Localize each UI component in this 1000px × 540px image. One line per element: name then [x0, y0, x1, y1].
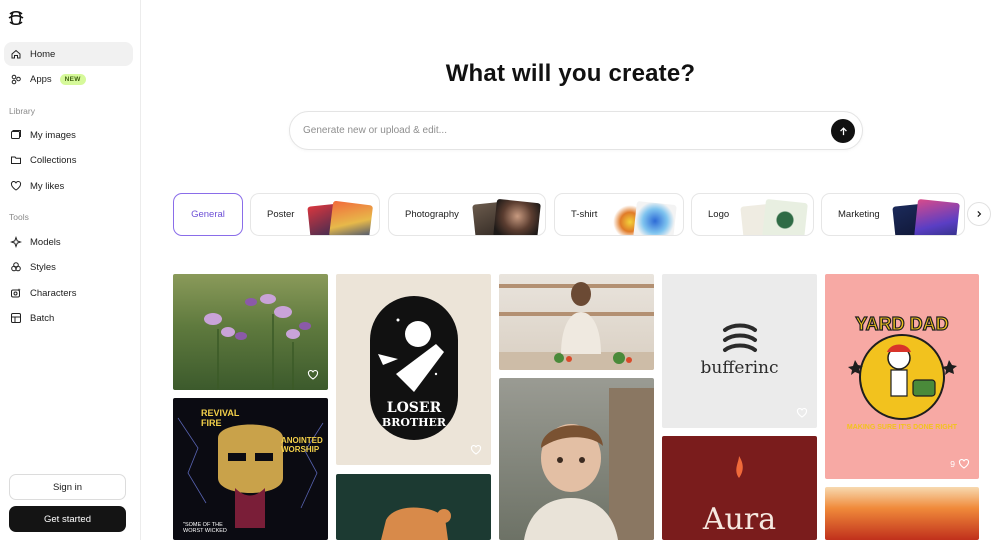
prompt-placeholder: Generate new or upload & edit... [303, 125, 447, 136]
chip-label: Logo [708, 209, 730, 220]
like-heart-icon[interactable] [307, 369, 319, 381]
gold-mask-artwork [177, 417, 324, 528]
styles-icon [10, 261, 22, 273]
sidebar-item-label: Batch [30, 312, 55, 324]
sidebar-item-label: Home [30, 48, 56, 60]
gallery-tile-aura[interactable]: Aura [662, 436, 817, 540]
poster-line1: LOSER [386, 400, 442, 416]
chip-label: Poster [267, 209, 295, 220]
logo-thumbnail [762, 198, 808, 235]
revival-right-text: ANOINTED WORSHIP [281, 436, 323, 454]
photo-thumbnail [493, 198, 541, 235]
child-photo [524, 388, 654, 540]
apps-icon [10, 73, 22, 85]
gallery-tile-revival-poster[interactable]: REVIVAL FIRE ANOINTED WORSHIP "SOME OF T… [173, 398, 328, 540]
like-count: 9 [950, 459, 955, 469]
chips-next-button[interactable] [967, 202, 991, 226]
sidebar-item-apps[interactable]: Apps NEW [4, 67, 133, 91]
sidebar-item-models[interactable]: Models [4, 230, 133, 254]
home-icon [10, 48, 22, 60]
gallery-tile-bear-logo[interactable] [336, 474, 491, 540]
yard-dad-subtitle: MAKING SURE IT'S DONE RIGHT [846, 424, 958, 431]
bufferinc-logo-mark [723, 323, 757, 352]
chip-label: Marketing [838, 209, 880, 220]
get-started-button[interactable]: Get started [9, 506, 126, 532]
images-icon [10, 129, 22, 141]
chip-label: Photography [405, 209, 459, 220]
sidebar: Home Apps NEW Library My images Collecti… [0, 0, 141, 540]
sidebar-item-characters[interactable]: Characters [4, 281, 133, 305]
category-chip-photography[interactable]: Photography [388, 193, 546, 236]
gallery-tile-chef[interactable] [499, 274, 654, 370]
sidebar-item-label: My images [30, 129, 76, 141]
library-section-label: Library [9, 106, 35, 116]
sidebar-item-collections[interactable]: Collections [4, 148, 133, 172]
sidebar-item-home[interactable]: Home [4, 42, 133, 66]
astronaut-rocket-illustration [378, 318, 444, 392]
heart-icon [10, 180, 22, 192]
category-chip-poster[interactable]: Poster [250, 193, 380, 236]
page-title: What will you create? [445, 60, 696, 87]
poster-thumbnail [328, 200, 374, 235]
like-heart-icon[interactable] [958, 458, 970, 470]
chip-label: General [191, 209, 225, 220]
gallery-tile-yard-dad[interactable]: YARD DAD MAKING SURE IT'S DONE RIGHT 9 [825, 274, 979, 479]
category-chip-general[interactable]: General [173, 193, 243, 236]
poster-line2: BROTHER [381, 416, 447, 429]
sidebar-item-label: My likes [30, 180, 65, 192]
tshirt-thumbnail [633, 201, 677, 235]
chip-label: T-shirt [571, 209, 598, 220]
sidebar-item-my-likes[interactable]: My likes [4, 174, 133, 198]
chef-photo [499, 282, 654, 370]
yard-dad-title: YARD DAD [855, 313, 950, 334]
prompt-input[interactable]: Generate new or upload & edit... [289, 111, 863, 150]
sidebar-item-styles[interactable]: Styles [4, 255, 133, 279]
app-logo-icon[interactable] [7, 9, 25, 27]
sidebar-item-label: Characters [30, 287, 77, 299]
submit-arrow-button[interactable] [831, 119, 855, 143]
new-badge: NEW [59, 73, 86, 85]
tools-section-label: Tools [9, 212, 29, 222]
category-chip-marketing[interactable]: Marketing [821, 193, 965, 236]
sign-in-button[interactable]: Sign in [9, 474, 126, 500]
aura-wordmark: Aura [702, 502, 777, 537]
character-icon [10, 287, 22, 299]
category-chip-t-shirt[interactable]: T-shirt [554, 193, 684, 236]
like-heart-icon[interactable] [796, 407, 808, 419]
arrow-up-icon [839, 126, 847, 135]
sidebar-item-label: Collections [30, 154, 77, 166]
gallery-tile-flowers[interactable] [173, 274, 328, 390]
folder-icon [10, 154, 22, 166]
bufferinc-wordmark: bufferinc [700, 358, 779, 378]
flowers-image [204, 294, 311, 390]
sidebar-item-my-images[interactable]: My images [4, 123, 133, 147]
revival-left-text: REVIVAL FIRE [201, 408, 240, 428]
gallery-tile-sunset[interactable] [825, 487, 979, 540]
gallery-tile-child-portrait[interactable] [499, 378, 654, 540]
category-chip-logo[interactable]: Logo [691, 193, 814, 236]
batch-icon [10, 312, 22, 324]
sparkle-icon [10, 236, 22, 248]
chevron-right-icon [977, 211, 982, 217]
revival-bottom-text: "SOME OF THE WORST WICKED [183, 522, 227, 534]
sidebar-item-label: Apps [30, 73, 52, 85]
like-heart-icon[interactable] [470, 444, 482, 456]
marketing-thumbnail [914, 198, 960, 235]
sidebar-item-label: Styles [30, 261, 56, 273]
sidebar-item-label: Models [30, 236, 61, 248]
bear-silhouette [381, 507, 451, 540]
gallery-tile-loser-brother[interactable]: LOSER BROTHER [336, 274, 491, 465]
skeleton-mower-illustration [848, 334, 957, 420]
sidebar-item-batch[interactable]: Batch [4, 306, 133, 330]
gallery-tile-bufferinc[interactable]: bufferinc [662, 274, 817, 428]
